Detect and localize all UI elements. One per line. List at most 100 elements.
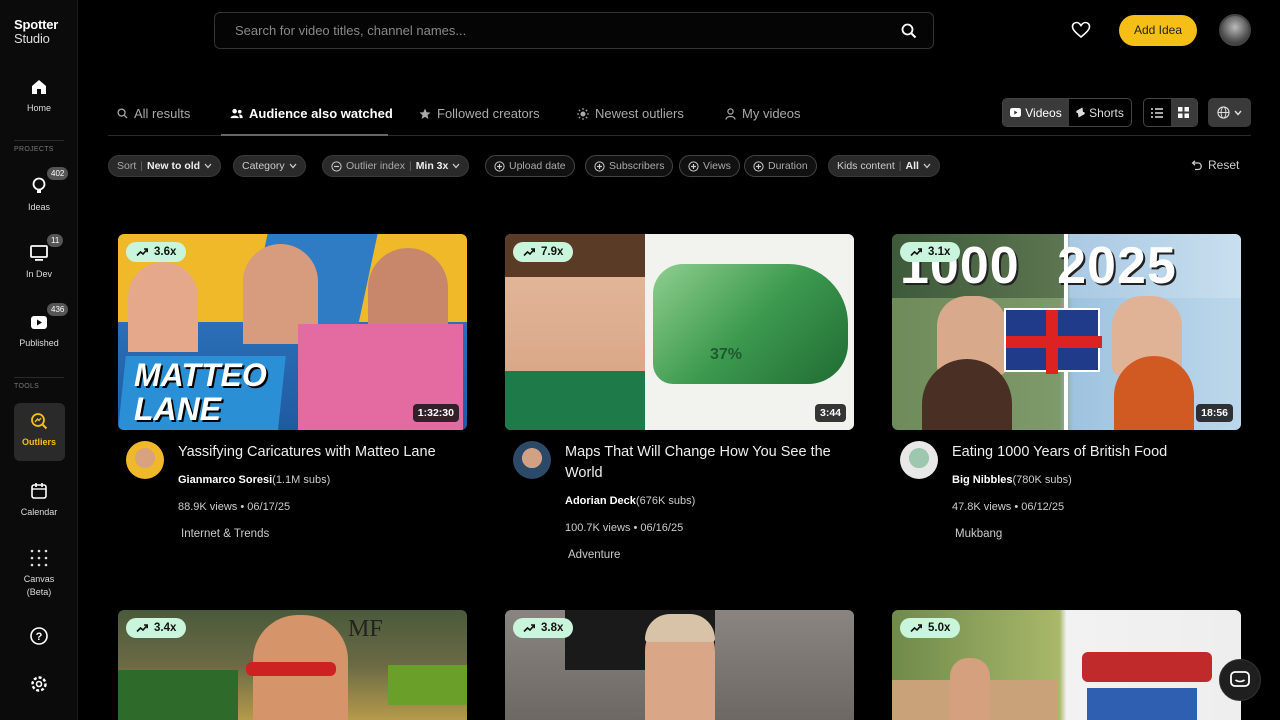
active-tab-underline	[221, 134, 388, 136]
video-title[interactable]: Yassifying Caricatures with Matteo Lane	[178, 442, 463, 463]
sidebar-item-ideas[interactable]: 402 Ideas	[0, 167, 78, 212]
count-badge: 402	[47, 167, 69, 180]
channel-name: Gianmarco Soresi	[178, 474, 273, 486]
shorts-label: Shorts	[1089, 105, 1124, 120]
tab-audience-also-watched[interactable]: Audience also watched	[230, 106, 393, 121]
category-filter[interactable]: Category	[233, 155, 306, 177]
tab-my-videos[interactable]: My videos	[725, 106, 801, 121]
duration-filter[interactable]: Duration	[744, 155, 817, 177]
video-thumbnail[interactable]: 37% 7.9x 3:44	[505, 234, 854, 430]
video-thumbnail[interactable]: 3.8x	[505, 610, 854, 720]
channel-avatar[interactable]	[126, 441, 164, 479]
filter-label: Duration	[768, 160, 808, 172]
filter-label: Upload date	[509, 160, 566, 172]
video-thumbnail[interactable]: MATTEO LANE 3.6x 1:32:30	[118, 234, 467, 430]
outlier-multiplier-badge: 3.4x	[126, 618, 187, 638]
search-bar[interactable]	[214, 12, 934, 49]
sidebar-item-label: Ideas	[27, 202, 51, 212]
sidebar-item-label-sub: (Beta)	[26, 587, 52, 597]
search-icon[interactable]	[901, 23, 917, 44]
plus-circle-icon	[688, 160, 699, 172]
tab-newest-outliers[interactable]: Newest outliers	[577, 106, 684, 121]
calendar-icon	[29, 481, 49, 501]
settings-button[interactable]	[0, 674, 78, 700]
reset-button[interactable]: Reset	[1190, 158, 1239, 172]
home-icon	[29, 77, 49, 97]
sun-icon	[577, 107, 589, 120]
outlier-index-filter[interactable]: Outlier index | Min 3x	[322, 155, 470, 177]
filter-label: Sort	[117, 160, 137, 172]
video-card[interactable]: MF 3.4x	[118, 610, 467, 720]
sidebar-item-published[interactable]: 436 Published	[0, 303, 78, 348]
video-thumbnail[interactable]: 1000 2025 3.1x 18:56	[892, 234, 1241, 430]
thumb-map	[653, 264, 848, 384]
video-card[interactable]: 3.8x	[505, 610, 854, 720]
video-title[interactable]: Eating 1000 Years of British Food	[952, 442, 1237, 463]
channel-subs: (1.1M subs)	[272, 474, 331, 486]
logo-line1: Spotter	[14, 17, 59, 32]
avatar[interactable]	[1219, 14, 1251, 46]
plus-circle-icon	[594, 160, 605, 172]
videos-toggle[interactable]: Videos	[1003, 99, 1069, 126]
video-thumbnail[interactable]: 5.0x	[892, 610, 1241, 720]
video-title[interactable]: Maps That Will Change How You See the Wo…	[565, 442, 850, 484]
channel-line[interactable]: Big Nibbles(780K subs)	[952, 474, 1072, 486]
flag-cross-horizontal	[1006, 336, 1102, 348]
channel-line[interactable]: Adorian Deck(676K subs)	[565, 495, 695, 507]
chevron-down-icon	[1234, 110, 1242, 116]
lightbulb-icon	[29, 176, 49, 196]
chat-button[interactable]	[1219, 659, 1261, 701]
region-selector[interactable]	[1208, 98, 1251, 127]
svg-text:?: ?	[36, 631, 43, 643]
shorts-toggle[interactable]: Shorts	[1069, 99, 1131, 126]
thumb-tractor	[118, 670, 238, 720]
channel-line[interactable]: Gianmarco Soresi(1.1M subs)	[178, 474, 330, 486]
sidebar-item-in-dev[interactable]: 11 In Dev	[0, 234, 78, 279]
tab-all-results[interactable]: All results	[117, 106, 190, 121]
sidebar-item-calendar[interactable]: Calendar	[0, 481, 78, 517]
sort-filter[interactable]: Sort | New to old	[108, 155, 222, 177]
add-idea-button[interactable]: Add Idea	[1119, 15, 1197, 46]
sidebar-item-home[interactable]: Home	[0, 77, 78, 113]
upload-date-filter[interactable]: Upload date	[485, 155, 575, 177]
sidebar-item-canvas[interactable]: Canvas (Beta)	[0, 548, 78, 597]
divider	[14, 140, 64, 141]
sidebar-item-outliers[interactable]: Outliers	[0, 411, 78, 447]
sidebar-item-label: Canvas	[23, 574, 55, 584]
views-filter[interactable]: Views	[679, 155, 740, 177]
list-view-button[interactable]	[1144, 99, 1171, 126]
thumb-sunglasses	[246, 662, 336, 676]
app-logo[interactable]: Spotter Studio	[14, 18, 58, 46]
video-thumbnail[interactable]: MF 3.4x	[118, 610, 467, 720]
grid-view-button[interactable]	[1170, 99, 1197, 126]
region-selector-inner	[1209, 99, 1250, 126]
video-duration: 3:44	[814, 404, 846, 422]
channel-subs: (780K subs)	[1012, 474, 1072, 486]
channel-avatar[interactable]	[513, 441, 551, 479]
help-button[interactable]: ?	[0, 626, 78, 652]
kids-content-filter[interactable]: Kids content | All	[828, 155, 940, 177]
video-card[interactable]: 37% 7.9x 3:44 Maps That Will Change How …	[505, 234, 854, 561]
subscribers-filter[interactable]: Subscribers	[585, 155, 674, 177]
trend-up-icon	[910, 624, 922, 633]
help-icon: ?	[29, 626, 49, 646]
search-input[interactable]	[235, 23, 875, 38]
reset-label: Reset	[1208, 158, 1240, 172]
outlier-multiplier-badge: 3.8x	[513, 618, 574, 638]
tab-followed-creators[interactable]: Followed creators	[419, 106, 540, 121]
heart-icon[interactable]	[1071, 21, 1091, 44]
tab-label: All results	[134, 106, 191, 121]
channel-avatar[interactable]	[900, 441, 938, 479]
video-card[interactable]: 5.0x	[892, 610, 1241, 720]
video-duration: 18:56	[1196, 404, 1233, 422]
chevron-down-icon	[452, 163, 460, 169]
videos-label: Videos	[1025, 105, 1062, 120]
video-card[interactable]: 1000 2025 3.1x 18:56 Eating 1000 Years o…	[892, 234, 1241, 540]
video-stats: 100.7K views • 06/16/25	[565, 522, 684, 534]
plus-circle-icon	[753, 160, 764, 172]
filter-label: Outlier index	[346, 160, 405, 172]
thumb-person	[505, 234, 645, 430]
video-card[interactable]: MATTEO LANE 3.6x 1:32:30 Yassifying Cari…	[118, 234, 467, 540]
thumb-person	[128, 262, 198, 352]
filter-value: Min 3x	[415, 160, 449, 172]
